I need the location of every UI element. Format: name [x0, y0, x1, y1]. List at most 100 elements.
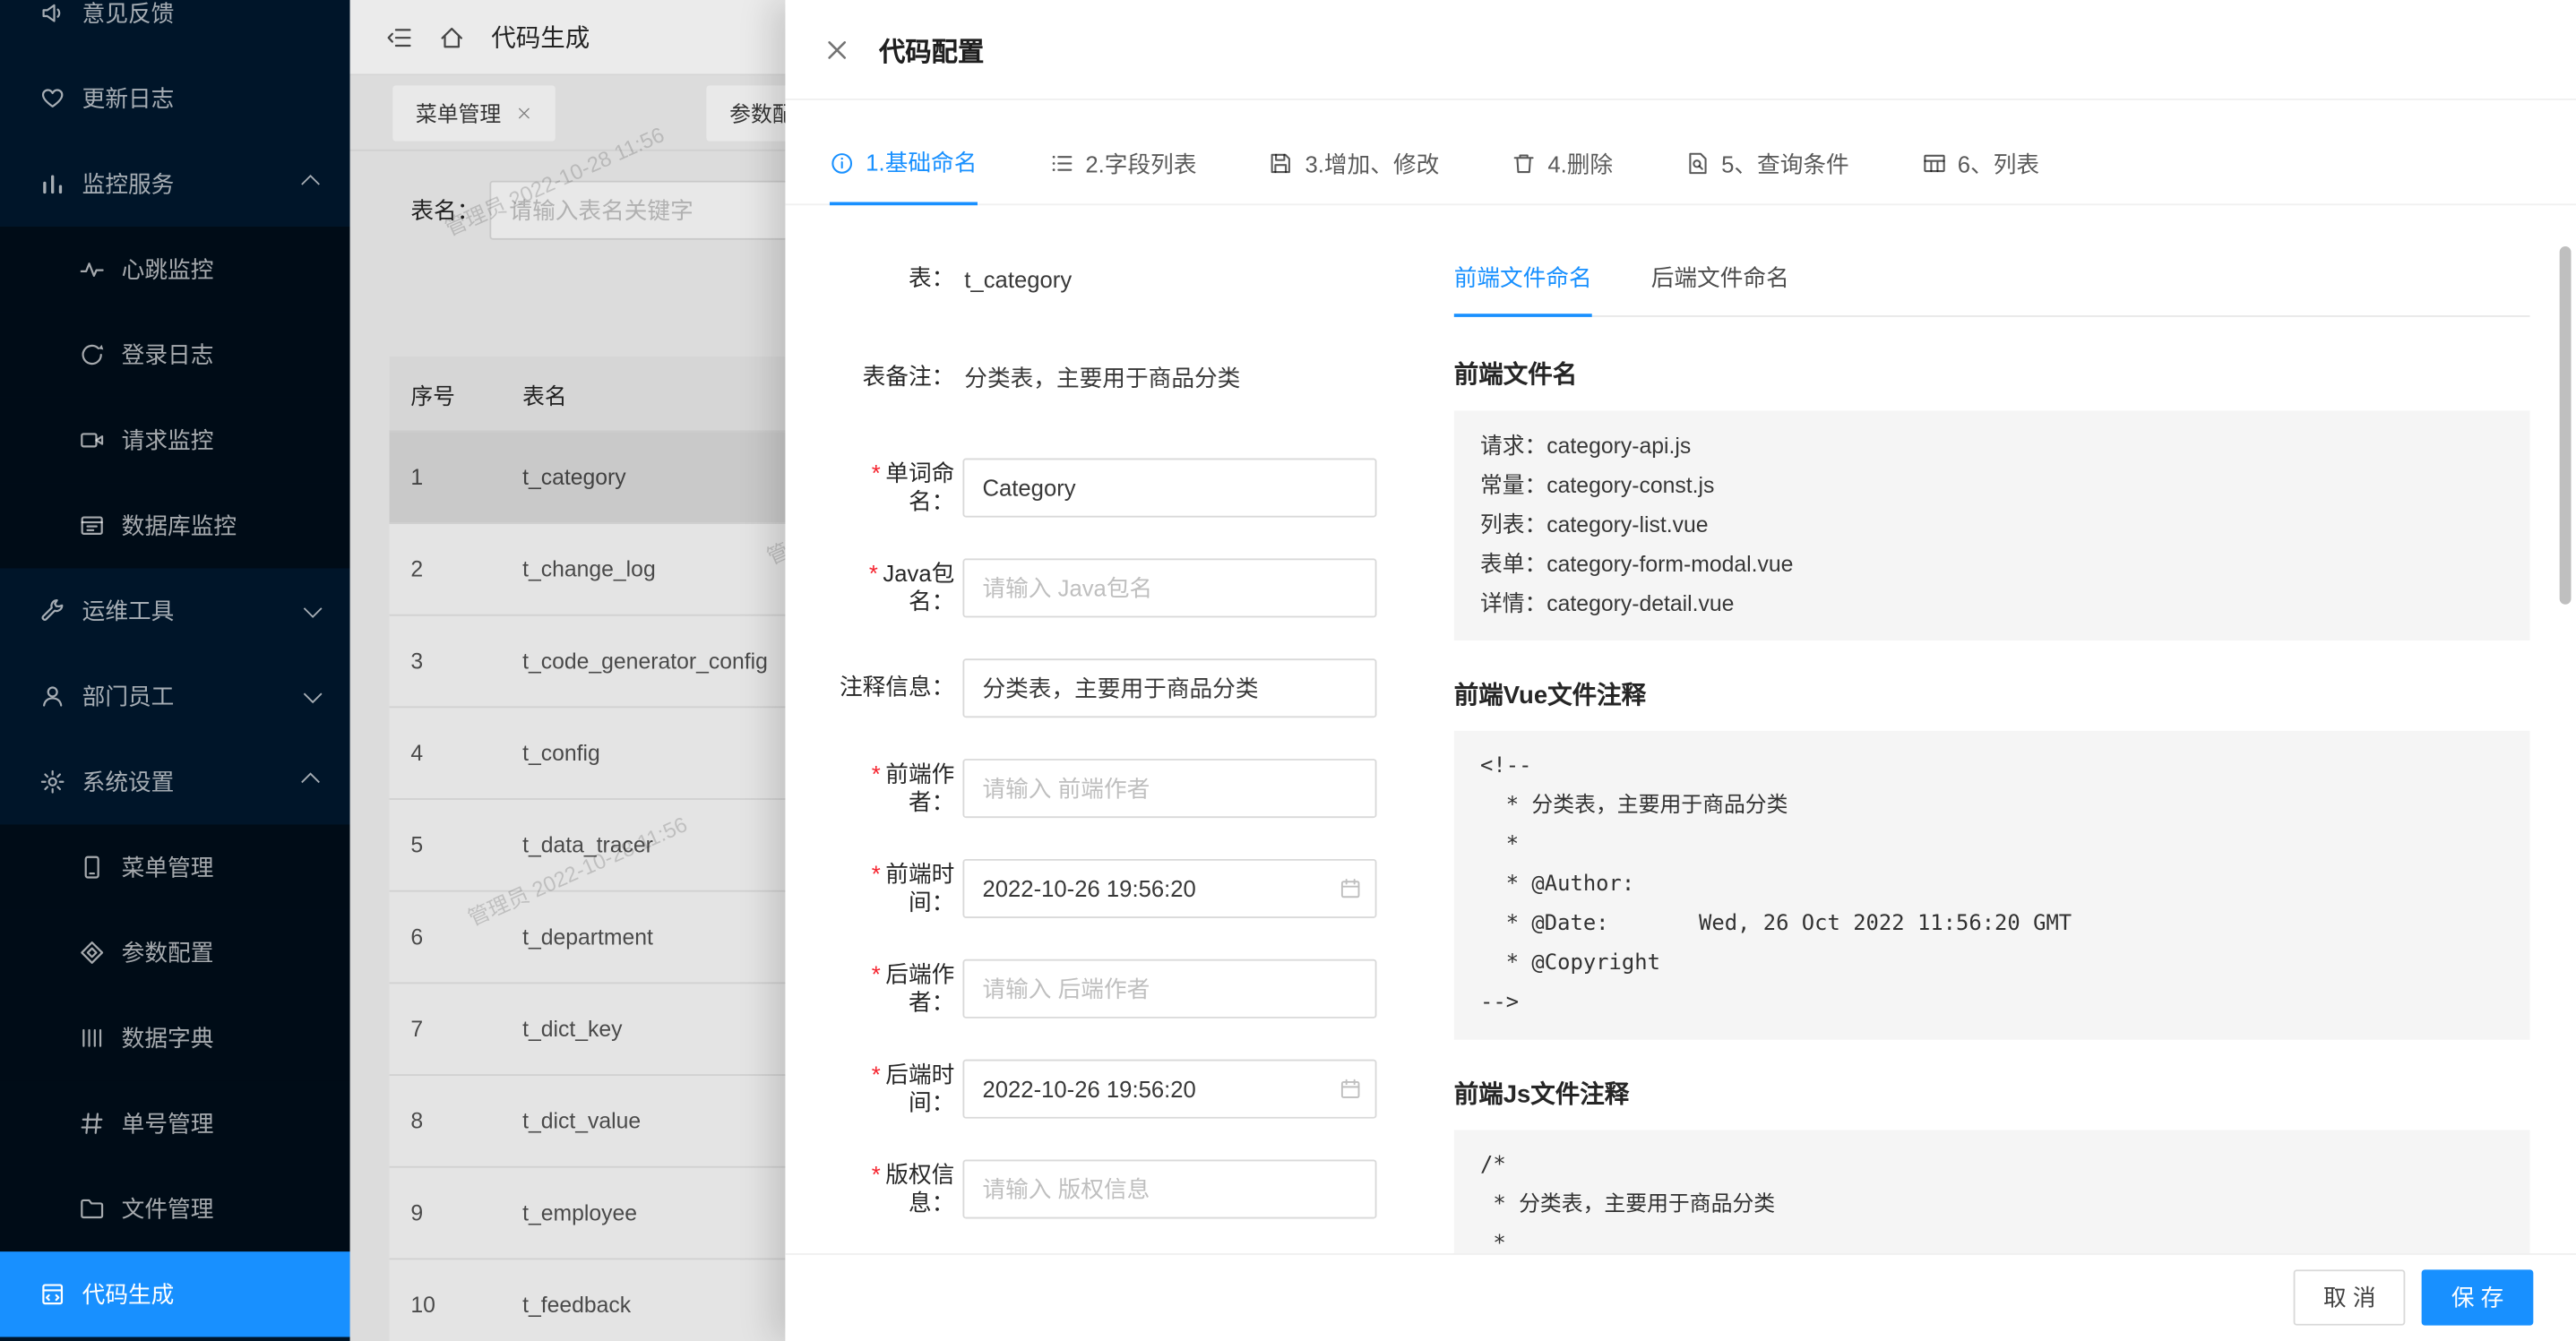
info-circle-icon	[830, 150, 855, 176]
sidebar-item-ops-group[interactable]: 运维工具	[0, 568, 350, 653]
field-label: 版权信息：	[830, 1160, 954, 1217]
frontend-time-input[interactable]	[962, 859, 1376, 918]
step-add-modify[interactable]: 3.增加、修改	[1269, 146, 1439, 203]
mobile-icon	[79, 854, 105, 880]
field-label: 单词命名：	[830, 459, 954, 516]
file-search-icon	[1685, 151, 1710, 176]
sidebar-item-label: 数据字典	[122, 1021, 214, 1054]
tool-icon	[39, 597, 65, 623]
frontend-filenames-box: 请求：category-api.js 常量：category-const.js …	[1454, 410, 2530, 640]
sidebar-item-file-manage[interactable]: 文件管理	[0, 1166, 350, 1251]
sidebar-item-dept-group[interactable]: 部门员工	[0, 654, 350, 739]
sidebar-item-label: 文件管理	[122, 1192, 214, 1225]
sidebar-item-param-config[interactable]: 参数配置	[0, 910, 350, 995]
field-label: 表：	[830, 265, 954, 294]
form-row-comment: 注释信息：	[830, 658, 1382, 718]
vue-comment-code: <!-- * 分类表，主要用于商品分类 * * @Author: * @Date…	[1454, 731, 2530, 1040]
folder-icon	[79, 1196, 105, 1222]
copyright-input[interactable]	[962, 1159, 1376, 1218]
drawer-scrollbar[interactable]	[2560, 246, 2572, 605]
java-package-input[interactable]	[962, 558, 1376, 617]
cancel-button[interactable]: 取 消	[2294, 1269, 2405, 1325]
form-row-frontend-time: 前端时间：	[830, 859, 1382, 918]
date-picker	[962, 859, 1376, 918]
drawer-header: 代码配置	[785, 0, 2576, 100]
sidebar-item-label: 登录日志	[122, 339, 214, 372]
sidebar-item-order-manage[interactable]: 单号管理	[0, 1080, 350, 1165]
bars-icon	[79, 1025, 105, 1051]
js-comment-heading: 前端Js文件注释	[1454, 1076, 2530, 1111]
sidebar-menu: 意见反馈 更新日志 监控服务 心跳监控 登录日志 请求监控	[0, 0, 350, 1337]
sidebar-item-request-monitor[interactable]: 请求监控	[0, 398, 350, 483]
step-label: 2.字段列表	[1085, 147, 1196, 180]
sidebar-item-monitor-group[interactable]: 监控服务	[0, 142, 350, 227]
calendar-icon[interactable]	[1339, 877, 1362, 900]
sidebar-item-login-log[interactable]: 登录日志	[0, 312, 350, 397]
gear-icon	[39, 769, 65, 795]
list-icon	[1049, 151, 1074, 176]
drawer-close-icon[interactable]	[824, 37, 849, 62]
sidebar-item-label: 部门员工	[82, 680, 175, 713]
comment-input[interactable]	[962, 658, 1376, 718]
sidebar-item-label: 菜单管理	[122, 851, 214, 884]
filename-line: 详情：category-detail.vue	[1480, 585, 2503, 624]
code-box-icon	[39, 1281, 65, 1307]
sound-icon	[39, 0, 65, 26]
sidebar-item-settings-group[interactable]: 系统设置	[0, 739, 350, 824]
sidebar: 意见反馈 更新日志 监控服务 心跳监控 登录日志 请求监控	[0, 0, 350, 1341]
form-row-backend-author: 后端作者：	[830, 959, 1382, 1019]
word-name-input[interactable]	[962, 459, 1376, 518]
save-button[interactable]: 保 存	[2422, 1269, 2533, 1325]
remark-value: 分类表，主要用于商品分类	[964, 361, 1240, 394]
sidebar-item-menu-manage[interactable]: 菜单管理	[0, 824, 350, 909]
sidebar-item-db-monitor[interactable]: 数据库监控	[0, 483, 350, 568]
field-label: 注释信息：	[830, 674, 954, 702]
sidebar-item-label: 数据库监控	[122, 509, 237, 542]
form-row-copyright: 版权信息：	[830, 1159, 1382, 1218]
trash-icon	[1512, 151, 1537, 176]
sidebar-item-label: 参数配置	[122, 936, 214, 969]
tab-frontend-file-naming[interactable]: 前端文件命名	[1454, 262, 1592, 317]
field-label: Java包名：	[830, 559, 954, 616]
step-basic-naming[interactable]: 1.基础命名	[830, 146, 977, 205]
step-field-list[interactable]: 2.字段列表	[1049, 146, 1196, 203]
sidebar-item-label: 运维工具	[82, 595, 175, 628]
field-label: 前端作者：	[830, 760, 954, 817]
chevron-up-icon	[301, 175, 320, 193]
video-monitor-icon	[79, 427, 105, 453]
frontend-filenames-heading: 前端文件名	[1454, 357, 2530, 391]
form-row-backend-time: 后端时间：	[830, 1060, 1382, 1119]
chevron-down-icon	[304, 599, 323, 618]
preview-panel: 前端文件命名 后端文件命名 前端文件名 请求：category-api.js 常…	[1454, 262, 2530, 1253]
drawer-body: 表： t_category 表备注： 分类表，主要用于商品分类 单词命名： Ja…	[785, 205, 2576, 1252]
calendar-icon[interactable]	[1339, 1078, 1362, 1101]
table-value: t_category	[964, 266, 1072, 292]
chevron-down-icon	[304, 684, 323, 703]
step-delete[interactable]: 4.删除	[1512, 146, 1613, 203]
backend-author-input[interactable]	[962, 959, 1376, 1019]
backend-time-input[interactable]	[962, 1060, 1376, 1119]
sidebar-item-data-dict[interactable]: 数据字典	[0, 995, 350, 1080]
sidebar-item-heartbeat[interactable]: 心跳监控	[0, 227, 350, 312]
form-row-table: 表： t_category	[830, 262, 1382, 297]
filename-line: 表单：category-form-modal.vue	[1480, 546, 2503, 585]
step-list[interactable]: 6、列表	[1921, 146, 2039, 203]
frontend-author-input[interactable]	[962, 759, 1376, 818]
file-naming-tabs: 前端文件命名 后端文件命名	[1454, 262, 2530, 317]
sidebar-item-label: 代码生成	[82, 1278, 175, 1311]
tab-backend-file-naming[interactable]: 后端文件命名	[1651, 262, 1789, 316]
sidebar-item-code-gen[interactable]: 代码生成	[0, 1251, 350, 1337]
hash-icon	[79, 1110, 105, 1136]
sidebar-item-label: 系统设置	[82, 765, 175, 798]
step-label: 5、查询条件	[1721, 147, 1849, 180]
filename-line: 列表：category-list.vue	[1480, 506, 2503, 546]
field-label: 后端时间：	[830, 1061, 954, 1118]
heart-icon	[39, 85, 65, 111]
form-row-java-package: Java包名：	[830, 558, 1382, 617]
form-row-frontend-author: 前端作者：	[830, 759, 1382, 818]
sidebar-item-feedback[interactable]: 意见反馈	[0, 0, 350, 56]
step-label: 3.增加、修改	[1305, 147, 1440, 180]
js-comment-code: /* * 分类表，主要用于商品分类 * * @Author:	[1454, 1130, 2530, 1252]
step-query-conditions[interactable]: 5、查询条件	[1685, 146, 1849, 203]
sidebar-item-changelog[interactable]: 更新日志	[0, 56, 350, 141]
